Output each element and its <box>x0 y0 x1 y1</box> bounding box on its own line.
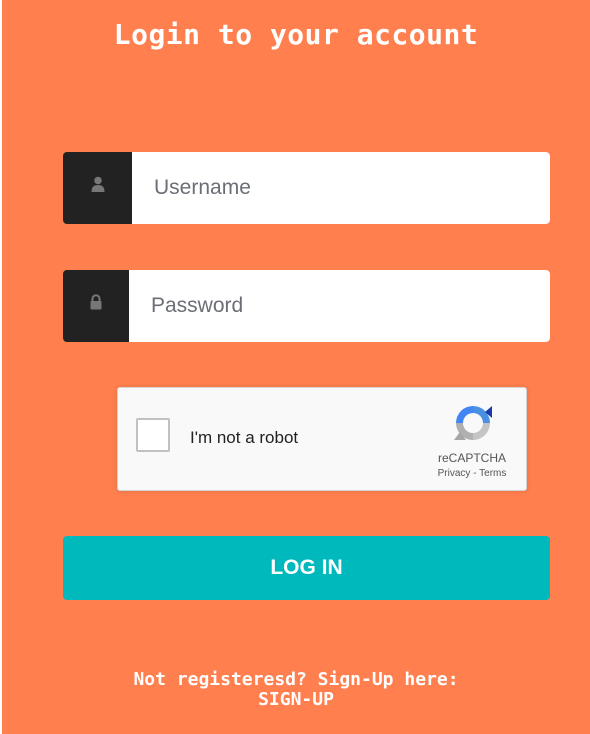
username-input[interactable] <box>132 152 550 224</box>
username-addon <box>63 152 132 224</box>
username-field <box>63 152 550 224</box>
login-panel: Login to your account I'm not a robot <box>2 0 590 734</box>
signup-footer: Not registeresd? Sign-Up here: SIGN-UP <box>2 670 590 710</box>
password-field <box>63 270 550 342</box>
signup-prompt: Not registeresd? Sign-Up here: <box>133 669 459 690</box>
login-button[interactable]: LOG IN <box>63 536 550 600</box>
links-separator: - <box>470 468 480 479</box>
user-icon <box>91 176 104 192</box>
recaptcha-widget: I'm not a robot reCAPTCHA Privacy - Term… <box>117 387 527 491</box>
captcha-label: I'm not a robot <box>190 428 299 447</box>
password-addon <box>63 270 129 342</box>
recaptcha-logo-icon <box>454 406 492 440</box>
captcha-checkbox[interactable] <box>136 418 170 452</box>
privacy-link[interactable]: Privacy <box>438 468 471 479</box>
signup-link[interactable]: SIGN-UP <box>2 690 590 710</box>
page-title: Login to your account <box>113 18 479 51</box>
password-input[interactable] <box>129 270 550 342</box>
recaptcha-links: Privacy - Terms <box>424 468 520 479</box>
recaptcha-brand: reCAPTCHA <box>437 451 506 465</box>
lock-icon <box>90 294 102 310</box>
terms-link[interactable]: Terms <box>479 468 506 479</box>
